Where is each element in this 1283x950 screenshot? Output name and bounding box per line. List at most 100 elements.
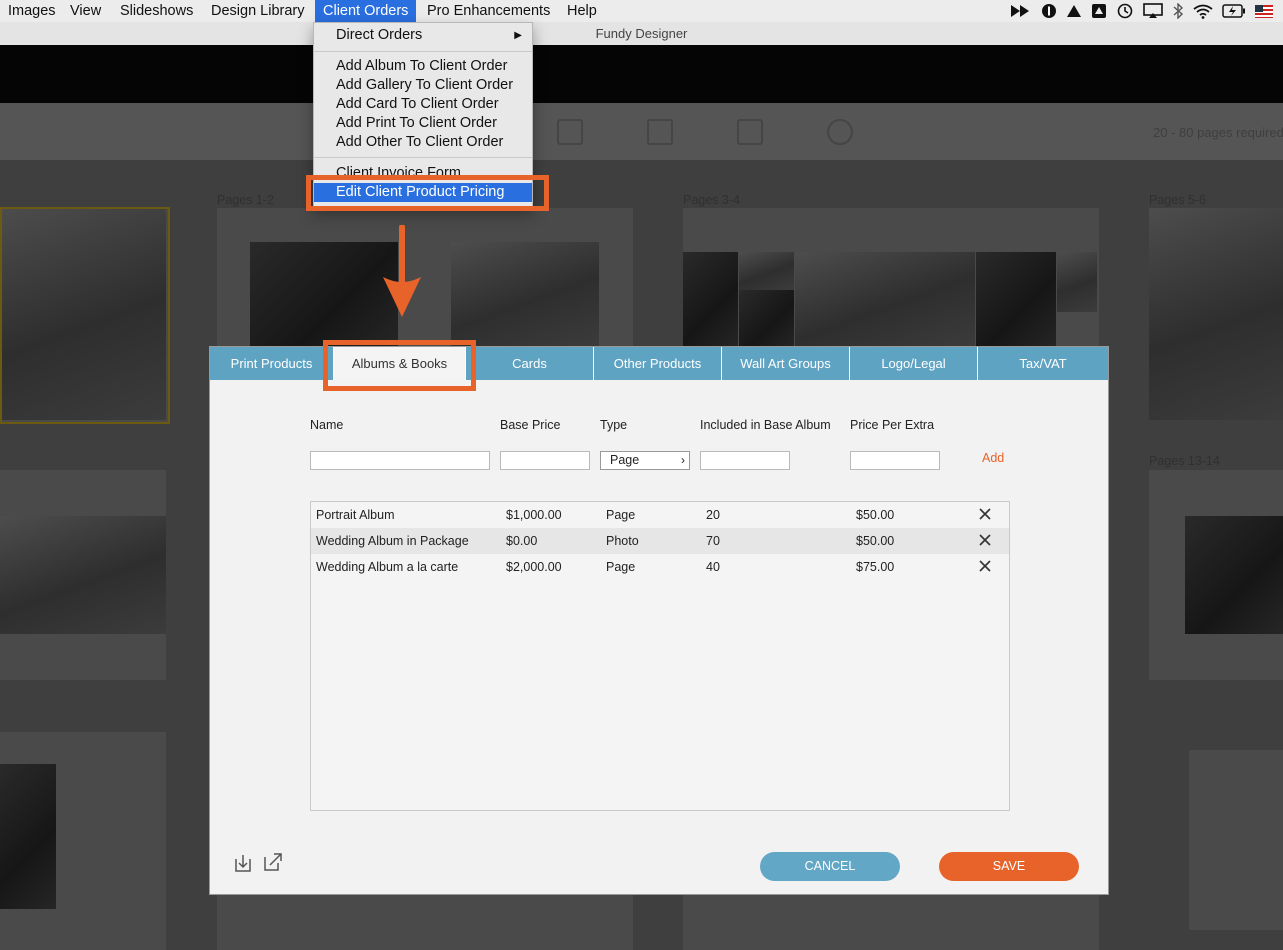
- base-price-input[interactable]: [500, 451, 590, 470]
- cancel-button[interactable]: CANCEL: [760, 852, 900, 881]
- layout-icon[interactable]: [557, 119, 583, 145]
- spread-photo: [0, 516, 166, 634]
- spread-label-3-4: Pages 3-4: [683, 193, 740, 207]
- row-base-price: $1,000.00: [506, 508, 562, 522]
- wifi-icon[interactable]: [1193, 4, 1213, 19]
- spread-5-6[interactable]: [1149, 208, 1283, 420]
- menu-client-orders[interactable]: Client Orders: [315, 0, 417, 22]
- menu-item-add-gallery[interactable]: Add Gallery To Client Order: [314, 76, 532, 95]
- menu-slideshows[interactable]: Slideshows: [112, 0, 201, 22]
- spread-photo: [739, 290, 794, 348]
- toolbar: 20 - 80 pages required: [0, 103, 1283, 160]
- price-per-extra-input[interactable]: [850, 451, 940, 470]
- albums-table: Portrait Album $1,000.00 Page 20 $50.00 …: [310, 501, 1010, 811]
- share-icon[interactable]: [827, 119, 853, 145]
- grid-icon[interactable]: [737, 119, 763, 145]
- airplay-icon[interactable]: [1143, 3, 1163, 19]
- submenu-arrow-icon: ▶: [514, 30, 522, 41]
- spread-photo: [0, 764, 56, 909]
- menu-item-label: Direct Orders: [336, 27, 423, 43]
- row-name: Portrait Album: [316, 508, 395, 522]
- drive-triangle-icon[interactable]: [1066, 4, 1082, 18]
- fast-forward-icon[interactable]: [1010, 4, 1032, 18]
- spread-3-4[interactable]: [683, 208, 1099, 348]
- row-type: Photo: [606, 534, 639, 548]
- spread-photo: [976, 252, 1056, 348]
- menu-item-direct-orders[interactable]: Direct Orders ▶: [314, 26, 532, 45]
- menu-view[interactable]: View: [62, 0, 109, 22]
- window-title-bar: Fundy Designer: [0, 22, 1283, 46]
- spread-right-row3[interactable]: [1189, 750, 1283, 930]
- table-row[interactable]: Portrait Album $1,000.00 Page 20 $50.00: [311, 502, 1009, 528]
- cover-selection-frame: [0, 207, 170, 424]
- menu-item-add-album[interactable]: Add Album To Client Order: [314, 57, 532, 76]
- delete-row-icon[interactable]: [978, 507, 992, 521]
- spread-left-row3[interactable]: [0, 732, 166, 950]
- chevron-right-icon: ›: [681, 453, 685, 467]
- type-select-value: Page: [610, 453, 640, 467]
- menu-item-add-other[interactable]: Add Other To Client Order: [314, 133, 532, 152]
- password-manager-icon[interactable]: [1041, 3, 1057, 19]
- google-drive-icon[interactable]: [1091, 3, 1107, 19]
- tab-cards[interactable]: Cards: [466, 347, 594, 380]
- battery-icon[interactable]: [1222, 4, 1246, 18]
- spread-bottom-left[interactable]: [217, 895, 633, 950]
- spread-13-14[interactable]: [1149, 470, 1283, 680]
- column-header-base-price: Base Price: [500, 418, 561, 432]
- tab-tax-vat[interactable]: Tax/VAT: [978, 347, 1108, 380]
- row-included: 70: [706, 534, 720, 548]
- spread-photo: [739, 252, 794, 290]
- included-input[interactable]: [700, 451, 790, 470]
- spread-photo: [1149, 208, 1283, 420]
- spread-photo: [451, 242, 599, 348]
- menu-item-add-card[interactable]: Add Card To Client Order: [314, 95, 532, 114]
- time-machine-icon[interactable]: [1116, 3, 1134, 19]
- row-price-per-extra: $75.00: [856, 560, 895, 574]
- spread-photo: [1185, 516, 1283, 634]
- pages-icon[interactable]: [647, 119, 673, 145]
- spread-1-2[interactable]: [217, 208, 633, 348]
- status-icons: [1010, 2, 1273, 20]
- spread-left-row2[interactable]: [0, 470, 166, 680]
- row-base-price: $0.00: [506, 534, 538, 548]
- menu-pro-enhancements[interactable]: Pro Enhancements: [419, 0, 558, 22]
- table-row[interactable]: Wedding Album a la carte $2,000.00 Page …: [311, 554, 1009, 580]
- menu-separator: [314, 51, 532, 52]
- export-icon[interactable]: [262, 851, 284, 873]
- menu-separator: [314, 157, 532, 158]
- row-type: Page: [606, 508, 636, 522]
- add-button[interactable]: Add: [982, 451, 1004, 465]
- delete-row-icon[interactable]: [978, 559, 992, 573]
- menu-item-add-print[interactable]: Add Print To Client Order: [314, 114, 532, 133]
- top-panel: [0, 45, 1283, 103]
- save-button[interactable]: SAVE: [939, 852, 1079, 881]
- tab-other-products[interactable]: Other Products: [594, 347, 722, 380]
- us-flag-icon[interactable]: [1255, 4, 1273, 18]
- bluetooth-icon[interactable]: [1172, 3, 1184, 19]
- type-select[interactable]: Page ›: [600, 451, 690, 470]
- row-type: Page: [606, 560, 636, 574]
- window-title: Fundy Designer: [595, 26, 688, 41]
- menu-images[interactable]: Images: [0, 0, 64, 22]
- column-header-type: Type: [600, 418, 628, 432]
- import-icon[interactable]: [233, 853, 253, 873]
- tab-wall-art-groups[interactable]: Wall Art Groups: [722, 347, 850, 380]
- row-name: Wedding Album a la carte: [316, 560, 459, 574]
- name-input[interactable]: [310, 451, 490, 470]
- down-arrow-annotation: [383, 225, 421, 317]
- menu-design-library[interactable]: Design Library: [203, 0, 313, 22]
- table-row[interactable]: Wedding Album in Package $0.00 Photo 70 …: [311, 528, 1009, 554]
- row-included: 20: [706, 508, 720, 522]
- client-product-pricing-dialog: Print Products Albums & Books Cards Othe…: [209, 346, 1109, 895]
- column-header-name: Name: [310, 418, 344, 432]
- delete-row-icon[interactable]: [978, 533, 992, 547]
- menu-bar: Images View Slideshows Design Library Cl…: [0, 0, 1283, 23]
- spread-bottom-right[interactable]: [683, 895, 1099, 950]
- row-price-per-extra: $50.00: [856, 534, 895, 548]
- menu-help[interactable]: Help: [559, 0, 605, 22]
- column-header-price-per-extra: Price Per Extra: [850, 418, 935, 432]
- spread-photo: [250, 242, 398, 348]
- tab-logo-legal[interactable]: Logo/Legal: [850, 347, 978, 380]
- row-included: 40: [706, 560, 720, 574]
- tab-print-products[interactable]: Print Products: [210, 347, 334, 380]
